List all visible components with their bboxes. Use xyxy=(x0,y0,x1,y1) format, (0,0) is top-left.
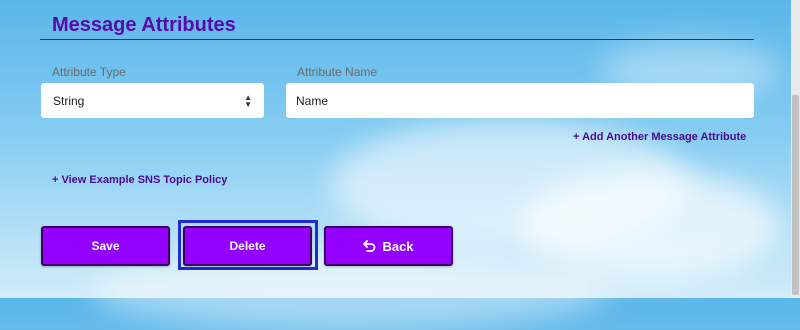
undo-arrow-icon xyxy=(363,240,376,252)
attribute-type-select[interactable]: String ▲ ▼ xyxy=(41,83,264,118)
background-cloud xyxy=(520,170,780,280)
save-button-label: Save xyxy=(91,239,120,253)
section-title: Message Attributes xyxy=(52,14,236,36)
attribute-name-label: Attribute Name xyxy=(297,65,378,79)
attribute-name-input[interactable] xyxy=(286,83,754,118)
delete-button-label: Delete xyxy=(229,239,266,253)
scrollbar-thumb[interactable] xyxy=(792,95,799,295)
section-divider xyxy=(40,39,754,40)
sort-arrows-icon: ▲ ▼ xyxy=(244,92,252,109)
page-scrollbar[interactable] xyxy=(791,0,800,298)
attribute-type-label: Attribute Type xyxy=(52,65,126,79)
add-message-attribute-link[interactable]: + Add Another Message Attribute xyxy=(573,131,746,143)
view-example-policy-link[interactable]: + View Example SNS Topic Policy xyxy=(52,174,227,186)
attribute-type-value: String xyxy=(53,93,85,108)
back-button[interactable]: Back xyxy=(324,226,453,266)
save-button[interactable]: Save xyxy=(41,226,170,266)
back-button-label: Back xyxy=(382,238,414,254)
delete-button[interactable]: Delete xyxy=(183,226,312,266)
